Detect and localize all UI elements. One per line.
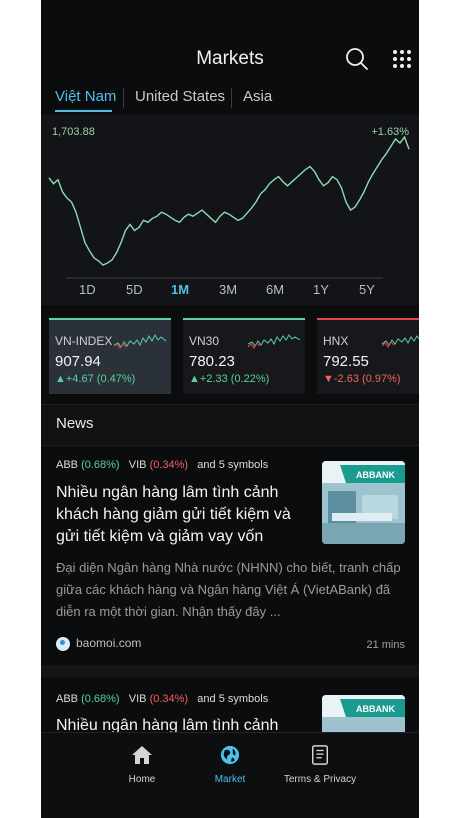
nav-market[interactable]: Market	[185, 745, 275, 785]
app-screen: Markets Việt Nam United States Asia 1,70…	[41, 0, 419, 818]
active-tab-indicator	[55, 110, 112, 112]
index-name: VN30	[189, 334, 220, 348]
index-card-hnx[interactable]: HNX 792.55 ▼-2.63 (0.97%)	[317, 318, 419, 394]
svg-text:ABBANK: ABBANK	[356, 470, 395, 480]
top-bar: Markets	[41, 40, 419, 80]
document-icon	[312, 745, 328, 765]
range-1y[interactable]: 1Y	[313, 282, 329, 297]
tab-divider	[123, 88, 124, 108]
tab-asia[interactable]: Asia	[243, 88, 272, 105]
range-3m[interactable]: 3M	[219, 282, 237, 297]
search-icon[interactable]	[344, 46, 370, 72]
news-article[interactable]: ABB (0.68%) VIB (0.34%) and 5 symbols Nh…	[41, 677, 419, 737]
chart-series-line	[48, 135, 410, 266]
index-value: 780.23	[189, 353, 235, 370]
sparkline	[248, 334, 300, 349]
article-summary: Đại diện Ngân hàng Nhà nước (NHNN) cho b…	[56, 560, 401, 619]
tab-united-states[interactable]: United States	[135, 88, 225, 105]
index-card-vn30[interactable]: VN30 780.23 ▲+2.33 (0.22%)	[183, 318, 305, 394]
article-symbols: ABB (0.68%) VIB (0.34%) and 5 symbols	[56, 459, 269, 471]
article-thumbnail[interactable]: ABBANK	[322, 695, 405, 737]
tab-divider	[231, 88, 232, 108]
range-selector: 1D 5D 1M 3M 6M 1Y 5Y	[41, 282, 419, 300]
index-value: 792.55	[323, 353, 369, 370]
home-icon	[132, 746, 152, 764]
region-tabs: Việt Nam United States Asia	[55, 84, 419, 112]
range-6m[interactable]: 6M	[266, 282, 284, 297]
range-5y[interactable]: 5Y	[359, 282, 375, 297]
nav-home[interactable]: Home	[97, 745, 187, 785]
article-thumbnail[interactable]: ABBANK	[322, 461, 405, 544]
bottom-navigation: Home Market Terms & Privacy	[41, 732, 419, 818]
news-section-header: News	[41, 404, 419, 446]
sparkline	[382, 335, 419, 348]
article-divider	[41, 665, 419, 677]
chart-canvas	[48, 135, 410, 279]
news-title: News	[56, 415, 94, 432]
nav-terms-privacy[interactable]: Terms & Privacy	[275, 745, 365, 785]
article-time: 21 mins	[366, 639, 405, 651]
tab-vietnam[interactable]: Việt Nam	[55, 88, 116, 105]
grid-menu-icon[interactable]	[389, 46, 415, 72]
article-headline[interactable]: Nhiều ngân hàng lâm tình cảnh khách hàng…	[56, 482, 311, 548]
range-5d[interactable]: 5D	[126, 282, 143, 297]
sparkline	[114, 333, 166, 349]
index-name: VN-INDEX	[55, 334, 113, 348]
index-change: ▲+2.33 (0.22%)	[189, 373, 270, 385]
article-source[interactable]: baomoi.com	[56, 636, 141, 651]
source-logo-icon	[56, 636, 70, 651]
index-change: ▼-2.63 (0.97%)	[323, 373, 401, 385]
index-chart[interactable]: 1,703.88 +1.63%	[41, 115, 419, 305]
range-1d[interactable]: 1D	[79, 282, 96, 297]
index-card-vnindex[interactable]: VN-INDEX 907.94 ▲+4.67 (0.47%)	[49, 318, 171, 394]
index-value: 907.94	[55, 353, 101, 370]
index-change: ▲+4.67 (0.47%)	[55, 373, 136, 385]
index-cards: VN-INDEX 907.94 ▲+4.67 (0.47%) VN30 780.…	[49, 318, 419, 396]
index-name: HNX	[323, 334, 349, 348]
globe-icon	[220, 745, 240, 765]
range-1m[interactable]: 1M	[171, 282, 189, 297]
svg-text:ABBANK: ABBANK	[356, 704, 395, 714]
article-symbols: ABB (0.68%) VIB (0.34%) and 5 symbols	[56, 693, 269, 705]
news-article[interactable]: ABB (0.68%) VIB (0.34%) and 5 symbols Nh…	[41, 447, 419, 665]
